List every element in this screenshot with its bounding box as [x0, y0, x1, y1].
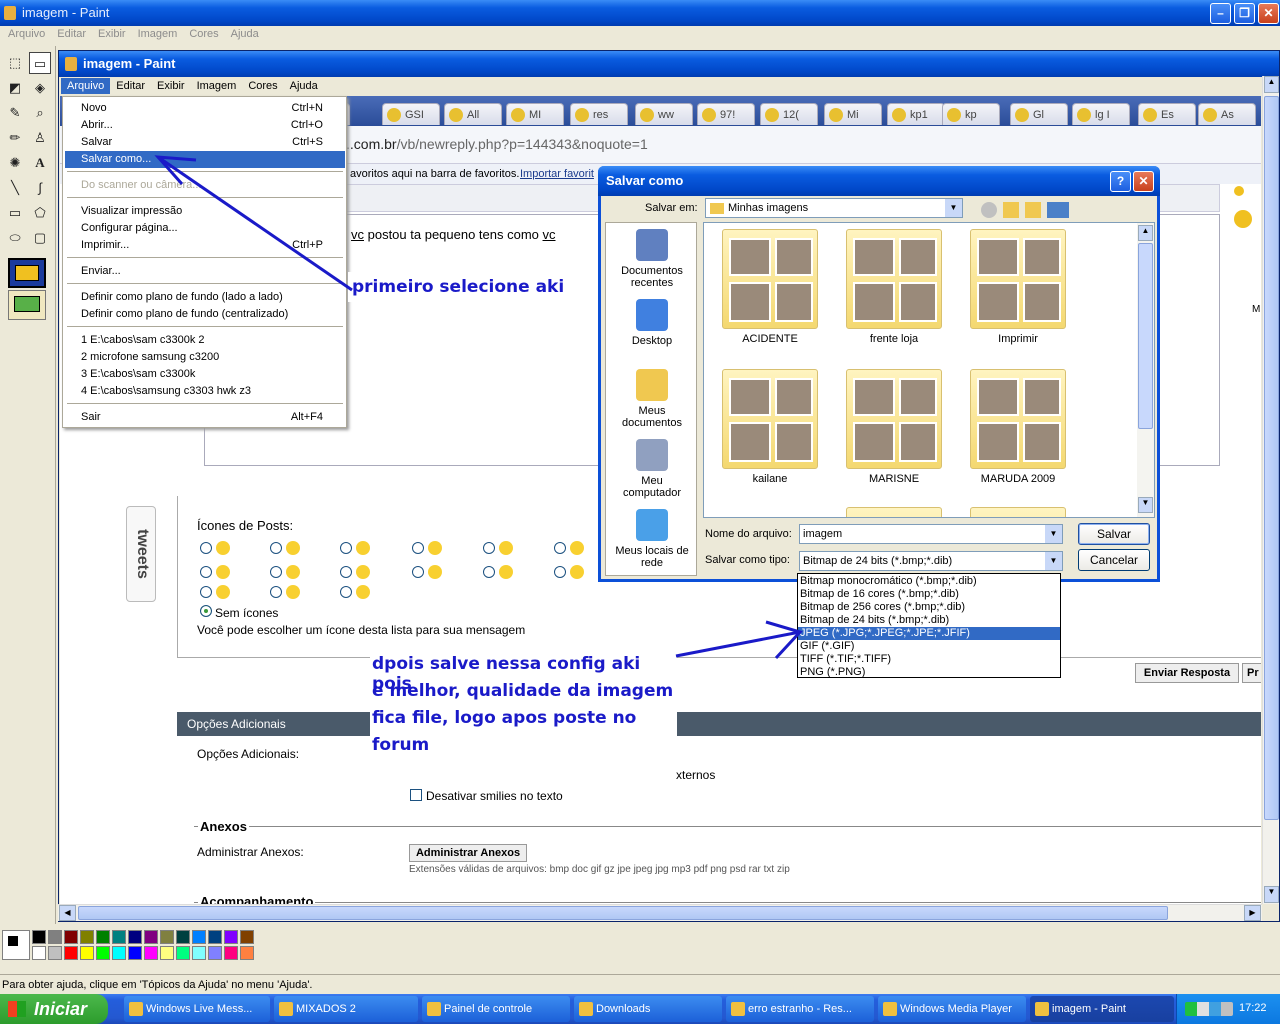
- system-tray: 17:22: [1176, 994, 1280, 1024]
- taskbar-item[interactable]: imagem - Paint: [1030, 996, 1174, 1022]
- start-button[interactable]: Iniciar: [0, 994, 108, 1024]
- taskbar-item-icon: [883, 1002, 897, 1016]
- taskbar-item[interactable]: Windows Media Player: [878, 996, 1026, 1022]
- palette-swatch[interactable]: [48, 946, 62, 960]
- tray-icons[interactable]: [1185, 1002, 1233, 1016]
- status-text: Para obter ajuda, clique em 'Tópicos da …: [2, 979, 313, 991]
- palette-swatch[interactable]: [32, 946, 46, 960]
- taskbar-item-icon: [1035, 1002, 1049, 1016]
- taskbar-item-label: Windows Live Mess...: [146, 1003, 253, 1015]
- palette-swatch[interactable]: [64, 930, 78, 944]
- current-colors[interactable]: [2, 930, 30, 960]
- palette-swatch[interactable]: [128, 946, 142, 960]
- taskbar-item-label: Painel de controle: [444, 1003, 533, 1015]
- taskbar-item-label: imagem - Paint: [1052, 1003, 1126, 1015]
- taskbar-item[interactable]: erro estranho - Res...: [726, 996, 874, 1022]
- taskbar-item-icon: [279, 1002, 293, 1016]
- annotation-arrows: [154, 155, 803, 660]
- taskbar-item[interactable]: Painel de controle: [422, 996, 570, 1022]
- palette-swatch[interactable]: [176, 930, 190, 944]
- palette-swatch[interactable]: [160, 930, 174, 944]
- palette-swatch[interactable]: [224, 946, 238, 960]
- taskbar-item-icon: [579, 1002, 593, 1016]
- taskbar-item-icon: [129, 1002, 143, 1016]
- palette-swatch[interactable]: [160, 946, 174, 960]
- start-label: Iniciar: [34, 999, 88, 1019]
- palette-swatch[interactable]: [80, 946, 94, 960]
- taskbar-item[interactable]: Windows Live Mess...: [124, 996, 270, 1022]
- palette-swatch[interactable]: [112, 946, 126, 960]
- palette-swatch[interactable]: [208, 946, 222, 960]
- windows-logo-icon: [8, 1001, 26, 1017]
- palette-swatch[interactable]: [224, 930, 238, 944]
- taskbar-item-label: MIXADOS 2: [296, 1003, 356, 1015]
- palette-swatch[interactable]: [80, 930, 94, 944]
- arrow-to-jpeg-head: [765, 620, 803, 660]
- palette-swatch[interactable]: [96, 930, 110, 944]
- palette-swatch[interactable]: [48, 930, 62, 944]
- clock[interactable]: 17:22: [1239, 1002, 1267, 1014]
- taskbar-item-label: Windows Media Player: [900, 1003, 1012, 1015]
- palette-swatch[interactable]: [240, 930, 254, 944]
- taskbar-item[interactable]: MIXADOS 2: [274, 996, 418, 1022]
- palette-swatch[interactable]: [192, 930, 206, 944]
- taskbar-item-label: Downloads: [596, 1003, 651, 1015]
- palette-swatch[interactable]: [192, 946, 206, 960]
- palette-swatch[interactable]: [64, 946, 78, 960]
- palette-swatch[interactable]: [32, 930, 46, 944]
- taskbar-item-icon: [731, 1002, 745, 1016]
- status-bar: Para obter ajuda, clique em 'Tópicos da …: [0, 974, 1280, 994]
- palette-swatch[interactable]: [128, 930, 142, 944]
- color-palette: [0, 924, 1280, 972]
- taskbar-item-icon: [427, 1002, 441, 1016]
- palette-swatch[interactable]: [112, 930, 126, 944]
- palette-swatch[interactable]: [144, 930, 158, 944]
- taskbar-item[interactable]: Downloads: [574, 996, 722, 1022]
- palette-swatch[interactable]: [208, 930, 222, 944]
- taskbar-item-label: erro estranho - Res...: [748, 1003, 852, 1015]
- palette-swatch[interactable]: [144, 946, 158, 960]
- arrow-to-menu: [157, 155, 353, 292]
- palette-swatch[interactable]: [240, 946, 254, 960]
- palette-swatch[interactable]: [176, 946, 190, 960]
- palette-swatch[interactable]: [96, 946, 110, 960]
